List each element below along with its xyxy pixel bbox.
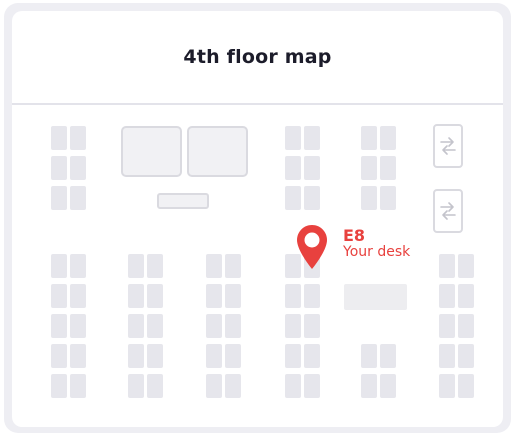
desk[interactable] xyxy=(225,344,241,368)
desk[interactable] xyxy=(147,314,163,338)
desk[interactable] xyxy=(458,254,474,278)
desk[interactable] xyxy=(70,284,86,308)
desk[interactable] xyxy=(128,314,144,338)
desk[interactable] xyxy=(285,344,301,368)
desk[interactable] xyxy=(285,126,301,150)
desk[interactable] xyxy=(51,254,67,278)
elevator xyxy=(433,124,463,168)
desk[interactable] xyxy=(361,344,377,368)
desk[interactable] xyxy=(147,254,163,278)
desk[interactable] xyxy=(380,156,396,180)
desk[interactable] xyxy=(361,156,377,180)
desk[interactable] xyxy=(51,314,67,338)
desk[interactable] xyxy=(458,374,474,398)
desk[interactable] xyxy=(458,284,474,308)
desk[interactable] xyxy=(225,374,241,398)
meeting-room[interactable] xyxy=(121,126,182,177)
desk[interactable] xyxy=(70,186,86,210)
desk[interactable] xyxy=(361,126,377,150)
desk[interactable] xyxy=(439,374,455,398)
your-desk-label: E8 Your desk xyxy=(343,227,410,261)
desk[interactable] xyxy=(304,314,320,338)
desk[interactable] xyxy=(361,374,377,398)
desk-code: E8 xyxy=(343,226,366,245)
desk[interactable] xyxy=(206,254,222,278)
desk[interactable] xyxy=(439,284,455,308)
desk[interactable] xyxy=(128,284,144,308)
desk[interactable] xyxy=(458,314,474,338)
desk[interactable] xyxy=(147,374,163,398)
desk[interactable] xyxy=(51,284,67,308)
desk[interactable] xyxy=(70,374,86,398)
desk[interactable] xyxy=(225,314,241,338)
floor-map-card: 4th floor map E8 Your desk xyxy=(12,11,503,427)
desk[interactable] xyxy=(128,374,144,398)
desk[interactable] xyxy=(70,126,86,150)
open-area xyxy=(344,284,407,310)
desk[interactable] xyxy=(147,344,163,368)
desk[interactable] xyxy=(458,344,474,368)
desk[interactable] xyxy=(304,126,320,150)
desk[interactable] xyxy=(51,374,67,398)
desk[interactable] xyxy=(304,156,320,180)
desk[interactable] xyxy=(304,284,320,308)
desk[interactable] xyxy=(304,374,320,398)
desk-caption: Your desk xyxy=(343,244,411,260)
desk[interactable] xyxy=(285,186,301,210)
desk[interactable] xyxy=(304,344,320,368)
desk[interactable] xyxy=(439,314,455,338)
desk[interactable] xyxy=(51,344,67,368)
floor-plan: E8 Your desk xyxy=(12,11,503,427)
desk[interactable] xyxy=(380,126,396,150)
desk[interactable] xyxy=(70,314,86,338)
desk[interactable] xyxy=(70,156,86,180)
desk[interactable] xyxy=(206,284,222,308)
desk[interactable] xyxy=(206,374,222,398)
desk[interactable] xyxy=(128,344,144,368)
desk[interactable] xyxy=(285,156,301,180)
swap-arrows-icon xyxy=(440,202,456,220)
desk[interactable] xyxy=(361,186,377,210)
desk[interactable] xyxy=(225,284,241,308)
desk[interactable] xyxy=(439,344,455,368)
desk[interactable] xyxy=(225,254,241,278)
desk[interactable] xyxy=(206,344,222,368)
desk[interactable] xyxy=(70,254,86,278)
desk[interactable] xyxy=(285,314,301,338)
desk[interactable] xyxy=(51,126,67,150)
desk[interactable] xyxy=(285,374,301,398)
desk[interactable] xyxy=(128,254,144,278)
desk[interactable] xyxy=(380,374,396,398)
swap-arrows-icon xyxy=(440,137,456,155)
desk[interactable] xyxy=(147,284,163,308)
meeting-room[interactable] xyxy=(187,126,248,177)
desk[interactable] xyxy=(380,344,396,368)
desk[interactable] xyxy=(439,254,455,278)
elevator xyxy=(433,189,463,233)
location-pin-icon[interactable] xyxy=(296,224,328,270)
small-room[interactable] xyxy=(157,193,209,209)
desk[interactable] xyxy=(70,344,86,368)
desk[interactable] xyxy=(51,186,67,210)
desk[interactable] xyxy=(206,314,222,338)
desk[interactable] xyxy=(380,186,396,210)
desk[interactable] xyxy=(285,284,301,308)
desk[interactable] xyxy=(51,156,67,180)
desk[interactable] xyxy=(304,186,320,210)
